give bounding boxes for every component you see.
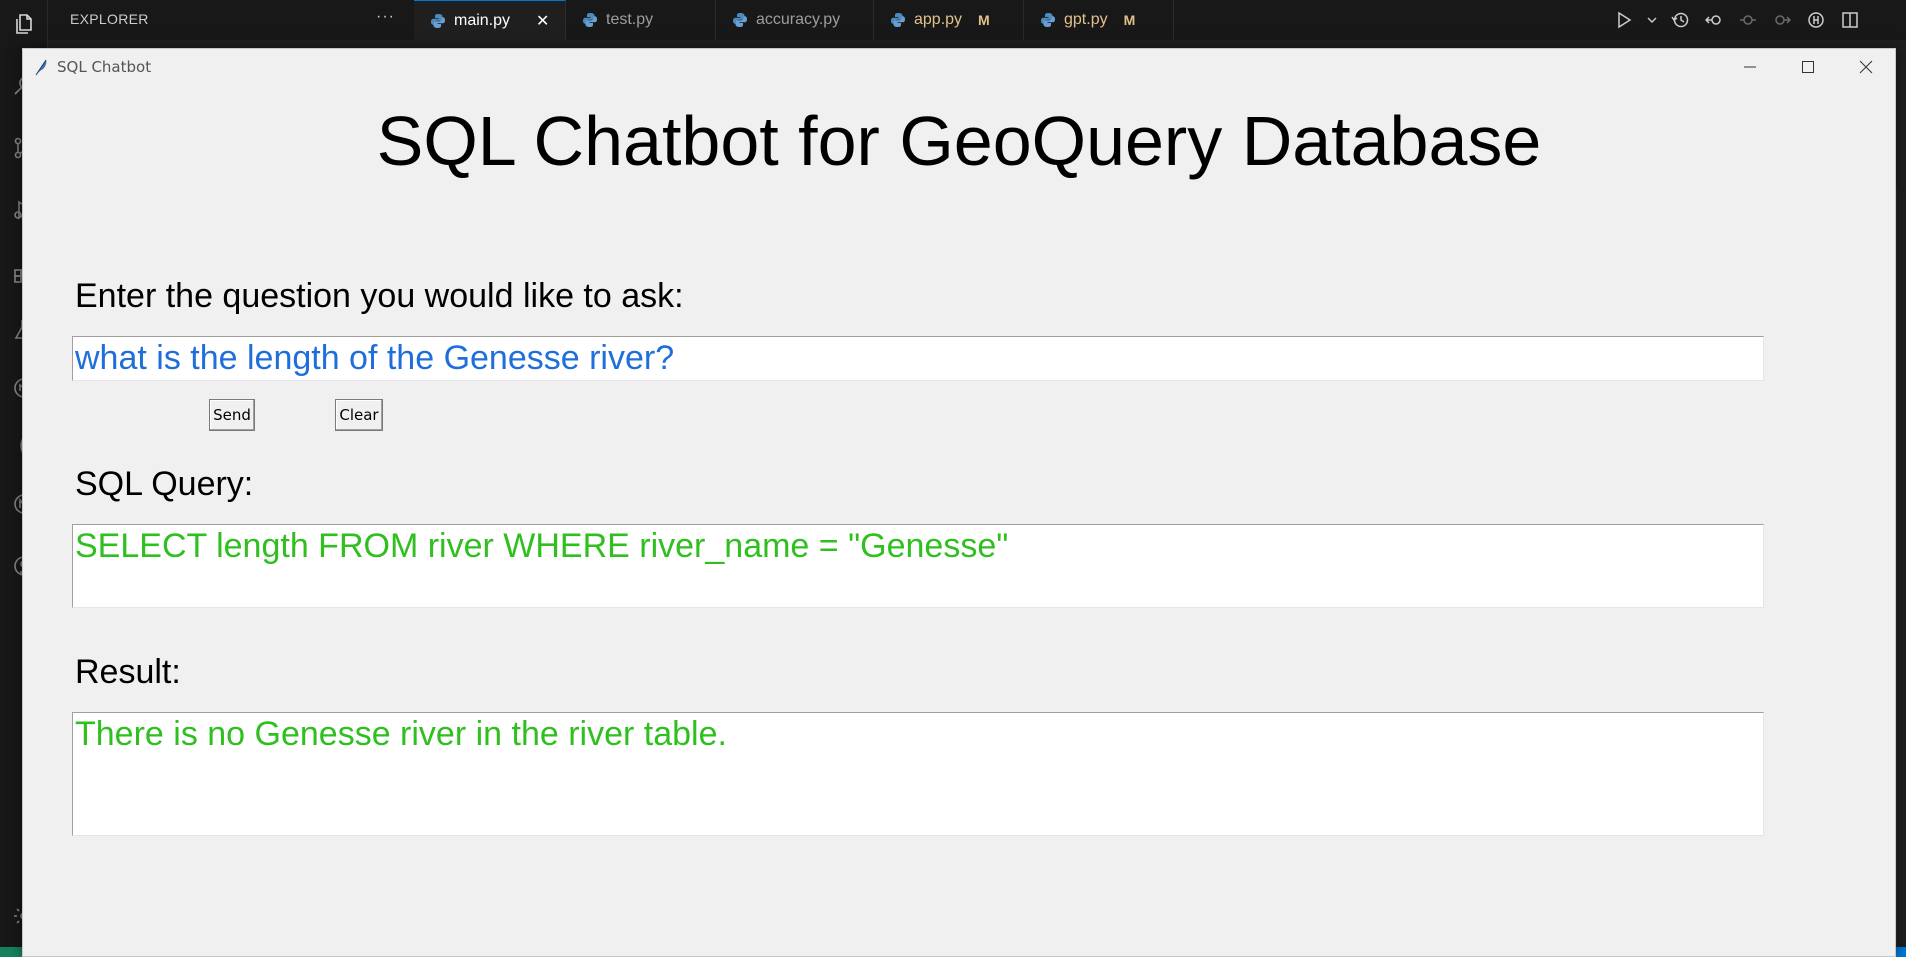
close-window-button[interactable]	[1837, 49, 1895, 85]
tab-label: main.py	[454, 11, 511, 29]
modified-badge: M	[1123, 12, 1136, 28]
modified-badge: M	[978, 12, 990, 28]
tab-test-py[interactable]: test.py	[566, 0, 716, 40]
tab-label: accuracy.py	[756, 11, 841, 28]
explorer-icon[interactable]	[0, 0, 48, 48]
editor-actions	[1612, 0, 1862, 40]
close-icon	[1859, 60, 1873, 74]
result-output[interactable]: There is no Genesse river in the river t…	[72, 712, 1764, 836]
tab-label: test.py	[606, 11, 654, 28]
run-dropdown-chevron-icon[interactable]	[1646, 8, 1658, 32]
tab-label: app.py	[914, 11, 963, 28]
close-tab-icon[interactable]: ✕	[536, 11, 549, 31]
clear-button[interactable]: Clear	[335, 399, 383, 431]
tab-gpt-py[interactable]: gpt.py M	[1024, 0, 1174, 40]
maximize-icon	[1802, 61, 1814, 73]
feather-icon	[35, 59, 47, 76]
python-file-icon	[583, 13, 597, 27]
minimize-icon	[1744, 66, 1756, 68]
app-heading: SQL Chatbot for GeoQuery Database	[376, 102, 1542, 180]
open-changes-icon[interactable]	[1770, 8, 1794, 32]
python-file-icon	[431, 13, 445, 28]
sql-chatbot-window: SQL Chatbot SQL Chatbot for GeoQuery Dat…	[22, 48, 1896, 957]
sql-query-output[interactable]: SELECT length FROM river WHERE river_nam…	[72, 524, 1764, 608]
python-file-icon	[1041, 13, 1055, 27]
tab-main-py[interactable]: main.py ✕	[414, 0, 566, 40]
sql-query-label: SQL Query:	[75, 465, 254, 503]
run-python-icon[interactable]	[1612, 8, 1636, 32]
editor-tabs: main.py ✕ test.py accuracy.py app.py M g…	[414, 0, 1174, 40]
tab-app-py[interactable]: app.py M	[874, 0, 1024, 40]
more-actions-icon[interactable]: ···	[376, 8, 395, 26]
git-compare-icon[interactable]	[1804, 8, 1828, 32]
question-label: Enter the question you would like to ask…	[75, 277, 684, 315]
python-file-icon	[733, 13, 747, 27]
go-forward-disabled-icon[interactable]	[1736, 8, 1760, 32]
minimize-button[interactable]	[1721, 49, 1779, 85]
explorer-title: EXPLORER	[70, 11, 149, 27]
window-title: SQL Chatbot	[57, 58, 152, 76]
maximize-button[interactable]	[1779, 49, 1837, 85]
question-input[interactable]: what is the length of the Genesse river?	[72, 336, 1764, 381]
remote-status-indicator[interactable]	[0, 947, 22, 957]
window-titlebar[interactable]: SQL Chatbot	[23, 49, 1895, 85]
tab-accuracy-py[interactable]: accuracy.py	[716, 0, 874, 40]
editor-scrollbar[interactable]	[1896, 186, 1906, 957]
split-editor-icon[interactable]	[1838, 8, 1862, 32]
python-file-icon	[891, 13, 905, 27]
timeline-history-icon[interactable]	[1668, 8, 1692, 32]
go-back-icon[interactable]	[1702, 8, 1726, 32]
tab-label: gpt.py	[1064, 11, 1108, 28]
send-button[interactable]: Send	[209, 399, 255, 431]
result-label: Result:	[75, 653, 181, 691]
status-bar-corner	[1896, 947, 1906, 957]
editor-top-bar: EXPLORER ··· main.py ✕ test.py accuracy.…	[48, 0, 1906, 40]
